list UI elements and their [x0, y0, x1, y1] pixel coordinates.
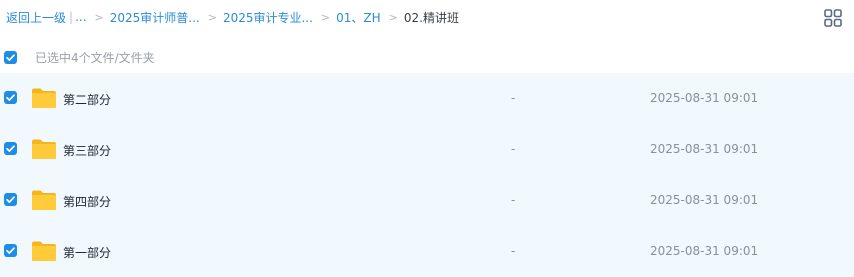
- file-name[interactable]: 第一部分: [63, 244, 111, 261]
- list-item[interactable]: 第四部分 - 2025-08-31 09:01: [0, 175, 854, 226]
- breadcrumb-current: 02.精讲班: [403, 10, 459, 25]
- list-item[interactable]: 第一部分 - 2025-08-31 09:01: [0, 226, 854, 277]
- row-checkbox[interactable]: [4, 91, 17, 104]
- file-date: 2025-08-31 09:01: [650, 193, 759, 207]
- check-icon: [6, 53, 15, 61]
- grid-view-icon[interactable]: [824, 9, 842, 27]
- file-size: -: [511, 91, 516, 105]
- row-checkbox[interactable]: [4, 142, 17, 155]
- breadcrumb-item-audit-professional[interactable]: 2025审计专业...: [223, 9, 313, 26]
- folder-icon: [32, 241, 56, 261]
- file-date: 2025-08-31 09:01: [650, 142, 759, 156]
- list-item[interactable]: 第二部分 - 2025-08-31 09:01: [0, 73, 854, 124]
- selection-count: 已选中4个文件/文件夹: [35, 50, 155, 65]
- select-all-checkbox[interactable]: [4, 50, 17, 64]
- file-size: -: [511, 244, 516, 258]
- file-name[interactable]: 第三部分: [63, 142, 111, 159]
- check-icon: [6, 196, 15, 203]
- row-checkbox[interactable]: [4, 193, 17, 206]
- breadcrumb: 返回上一级 | ... > 2025审计师普... > 2025审计专业... …: [0, 0, 854, 34]
- folder-icon: [32, 88, 56, 108]
- breadcrumb-ellipsis[interactable]: ...: [75, 10, 86, 24]
- file-name[interactable]: 第四部分: [63, 193, 111, 210]
- file-date: 2025-08-31 09:01: [650, 244, 759, 258]
- check-icon: [6, 247, 15, 254]
- file-size: -: [511, 142, 516, 156]
- breadcrumb-divider: |: [69, 10, 74, 24]
- folder-icon: [32, 139, 56, 159]
- row-checkbox[interactable]: [4, 244, 17, 257]
- folder-icon: [32, 190, 56, 210]
- file-name[interactable]: 第二部分: [63, 91, 111, 108]
- check-icon: [6, 145, 15, 152]
- breadcrumb-separator: >: [207, 10, 217, 24]
- breadcrumb-separator: >: [94, 10, 104, 24]
- file-date: 2025-08-31 09:01: [650, 91, 759, 105]
- selection-bar: 已选中4个文件/文件夹: [0, 44, 854, 70]
- file-list: 第二部分 - 2025-08-31 09:01 第三部分 - 2025-08-3…: [0, 73, 854, 277]
- breadcrumb-separator: >: [320, 10, 331, 24]
- back-link[interactable]: 返回上一级: [6, 9, 66, 26]
- breadcrumb-separator: >: [388, 10, 398, 24]
- breadcrumb-item-auditor-course[interactable]: 2025审计师普...: [110, 9, 200, 26]
- list-item[interactable]: 第三部分 - 2025-08-31 09:01: [0, 124, 854, 175]
- breadcrumb-item-zh[interactable]: 01、ZH: [336, 9, 381, 26]
- file-size: -: [511, 193, 516, 207]
- check-icon: [6, 94, 15, 101]
